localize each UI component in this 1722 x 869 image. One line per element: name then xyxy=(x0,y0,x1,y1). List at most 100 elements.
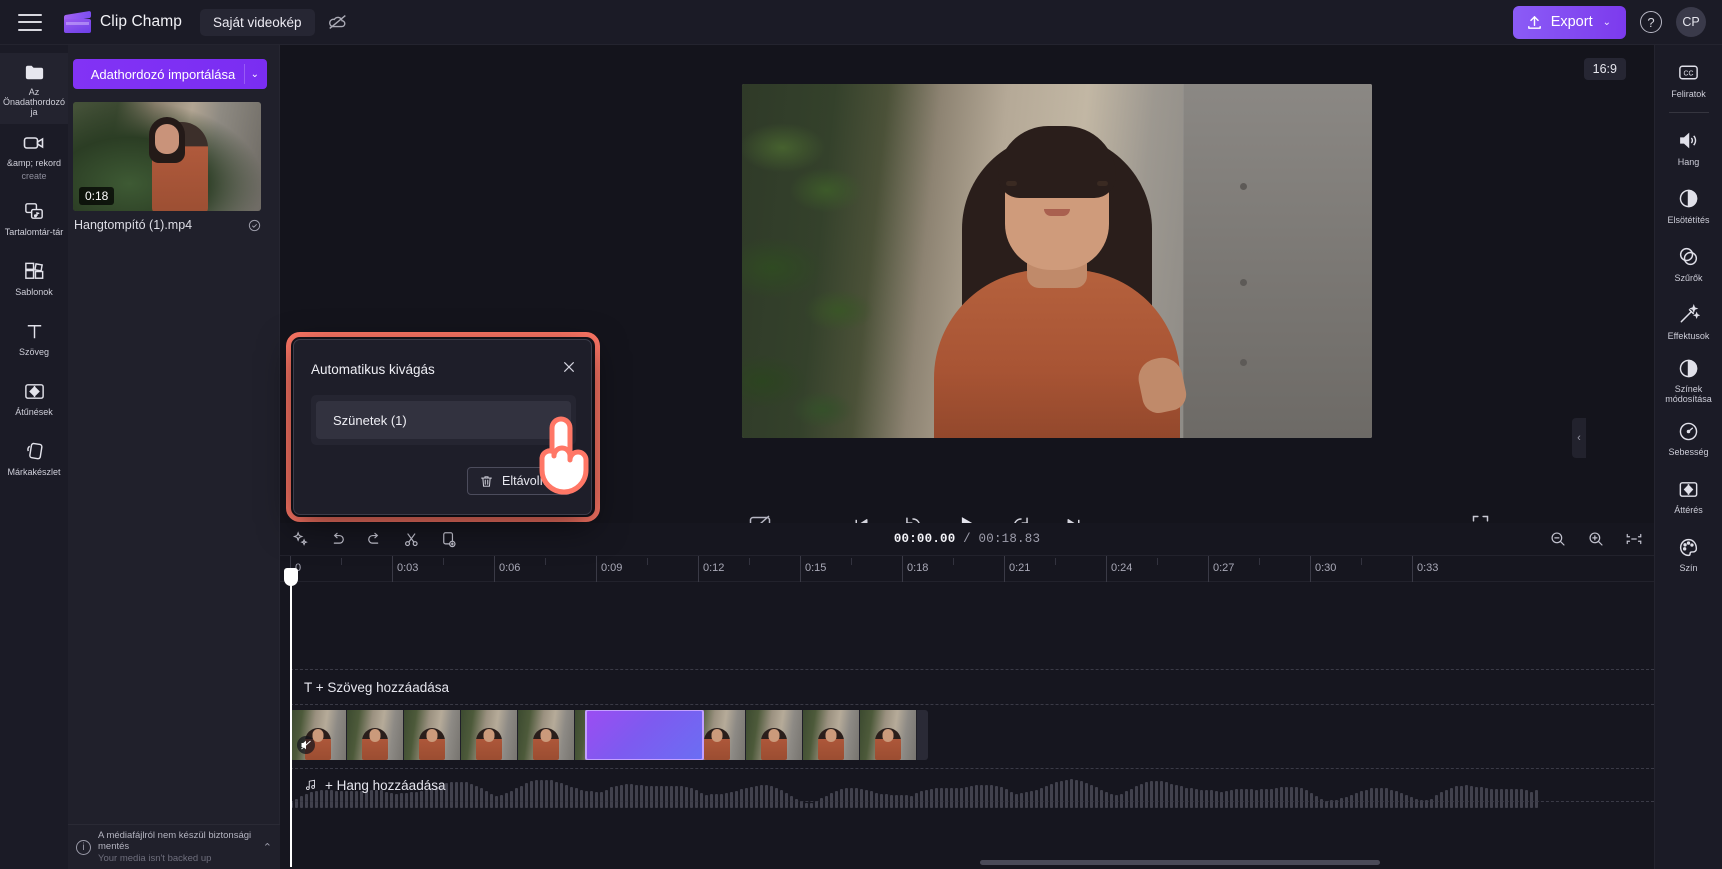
chevron-up-icon[interactable]: ⌃ xyxy=(263,841,272,854)
trash-icon xyxy=(479,474,494,489)
media-thumbnail[interactable]: 0:18 xyxy=(73,102,261,211)
right-item-audio[interactable]: Hang xyxy=(1655,119,1722,177)
ruler-tick: 0:30 xyxy=(1310,556,1336,582)
timeline-ruler[interactable]: 0 0:03 0:06 0:09 0:12 0:15 0:18 0:21 0:2… xyxy=(280,556,1654,582)
close-x-icon[interactable] xyxy=(560,358,578,376)
thumbnail-face xyxy=(155,123,179,154)
total-time: 00:18.83 xyxy=(978,532,1041,546)
right-item-fade[interactable]: Elsötétítés xyxy=(1655,177,1722,235)
svg-text:CC: CC xyxy=(1684,71,1694,78)
hand-cursor-pointer xyxy=(528,408,604,500)
undo-icon[interactable] xyxy=(327,529,347,549)
right-item-color[interactable]: Szín xyxy=(1655,525,1722,583)
top-bar: Clip Champ Saját videokép Export ⌄ ? CP xyxy=(0,0,1722,45)
right-item-label: Hang xyxy=(1677,156,1700,167)
check-circle-icon xyxy=(248,219,261,232)
right-sidebar: CC Feliratok Hang Elsötétítés Szűrők Eff… xyxy=(1654,45,1722,869)
video-subject xyxy=(934,126,1190,438)
hamburger-icon[interactable] xyxy=(18,13,42,31)
sidebar-label: Tartalomtár-tár xyxy=(4,226,64,237)
brand-kit-icon xyxy=(22,440,46,464)
mute-icon[interactable] xyxy=(297,736,315,754)
sidebar-sublabel: create xyxy=(21,171,47,182)
import-divider xyxy=(244,64,245,84)
sidebar-item-your-media[interactable]: Az Önadathordozója xyxy=(0,53,68,125)
text-track-add[interactable]: T + Szöveg hozzáadása xyxy=(290,669,1654,705)
redo-icon[interactable] xyxy=(364,529,384,549)
right-item-filters[interactable]: Szűrők xyxy=(1655,235,1722,293)
aspect-ratio-chip[interactable]: 16:9 xyxy=(1583,58,1626,80)
media-duration-badge: 0:18 xyxy=(79,187,115,205)
clip-frame xyxy=(746,710,803,760)
speed-gauge-icon xyxy=(1677,419,1701,443)
playhead-knob[interactable] xyxy=(284,568,298,586)
right-item-speed[interactable]: Sebesség xyxy=(1655,409,1722,467)
right-item-label: Feliratok xyxy=(1671,88,1706,99)
scissors-icon[interactable] xyxy=(401,529,421,549)
sidebar-item-templates[interactable]: Sablonok xyxy=(0,248,68,308)
divider xyxy=(1668,112,1709,113)
avatar[interactable]: CP xyxy=(1676,7,1706,37)
video-preview[interactable] xyxy=(742,84,1372,438)
selected-gap-clip[interactable] xyxy=(585,710,704,760)
audio-track-label: + Hang hozzáadása xyxy=(304,778,445,793)
fit-icon[interactable] xyxy=(1624,529,1644,549)
sidebar-label: Sablonok xyxy=(15,286,53,297)
collapse-panel-button[interactable]: ‹ xyxy=(1572,418,1586,458)
project-name-chip[interactable]: Saját videokép xyxy=(199,8,315,36)
video-clip[interactable] xyxy=(290,710,928,760)
fade-icon xyxy=(1677,187,1701,211)
chevron-down-icon: ⌄ xyxy=(1602,16,1611,28)
right-item-label: Szűrők xyxy=(1674,272,1703,283)
right-item-effects[interactable]: Effektusok xyxy=(1655,293,1722,351)
ruler-tick-minor xyxy=(749,558,750,565)
ruler-tick-minor xyxy=(1259,558,1260,565)
ruler-tick-minor xyxy=(851,558,852,565)
sidebar-label: Az Önadathordozója xyxy=(2,87,66,118)
help-icon[interactable]: ? xyxy=(1640,11,1662,33)
right-item-label: Színek módosítása xyxy=(1665,384,1712,405)
sidebar-item-record-create[interactable]: &amp; rekord create xyxy=(0,124,68,188)
ruler-tick-minor xyxy=(1361,558,1362,565)
sidebar-label: Márkakészlet xyxy=(7,466,61,477)
sidebar-item-text[interactable]: Szöveg xyxy=(0,308,68,368)
playhead[interactable] xyxy=(284,568,298,867)
right-item-captions[interactable]: CC Feliratok xyxy=(1655,51,1722,109)
sidebar-item-transitions[interactable]: Átűnések xyxy=(0,368,68,428)
content-library-icon xyxy=(22,200,46,224)
sidebar-item-content-library[interactable]: Tartalomtár-tár xyxy=(0,188,68,248)
brand-name: Clip Champ xyxy=(100,13,182,30)
ruler-tick: 0:27 xyxy=(1208,556,1234,582)
sidebar-label: &amp; rekord xyxy=(6,158,62,169)
audio-track-add[interactable]: + Hang hozzáadása xyxy=(290,768,1654,802)
right-item-adjust-colors[interactable]: Színek módosítása xyxy=(1655,351,1722,409)
ruler-tick: 0:12 xyxy=(698,556,724,582)
ruler-tick-minor xyxy=(443,558,444,565)
timeline-horizontal-scrollbar[interactable] xyxy=(980,860,1380,865)
media-panel: Adathordozó importálása ⌄ 0:18 Hangtompí… xyxy=(68,45,280,869)
sparkle-icon[interactable] xyxy=(290,529,310,549)
media-name-row: Hangtompító (1).mp4 xyxy=(73,218,261,232)
clip-frame xyxy=(518,710,575,760)
ruler-tick-minor xyxy=(953,558,954,565)
timeline-tracks: T + Szöveg hozzáadása + Hang hozzáadása xyxy=(280,568,1654,867)
clip-frame xyxy=(860,710,917,760)
sidebar-item-brand-kit[interactable]: Márkakészlet xyxy=(0,428,68,488)
zoom-in-icon[interactable] xyxy=(1586,529,1606,549)
zoom-out-icon[interactable] xyxy=(1548,529,1568,549)
video-wall xyxy=(1183,84,1372,438)
import-media-button[interactable]: Adathordozó importálása ⌄ xyxy=(73,59,267,89)
backup-notice-bar[interactable]: i A médiafájlról nem készül biztonsági m… xyxy=(68,824,280,869)
cloud-off-icon xyxy=(327,11,349,33)
duplicate-add-icon[interactable] xyxy=(438,529,458,549)
right-item-label: Effektusok xyxy=(1667,330,1710,341)
clip-frame xyxy=(404,710,461,760)
clip-frame xyxy=(803,710,860,760)
ruler-tick: 0:06 xyxy=(494,556,520,582)
right-item-transition[interactable]: Áttérés xyxy=(1655,467,1722,525)
ruler-tick-minor xyxy=(341,558,342,565)
export-button[interactable]: Export ⌄ xyxy=(1512,5,1626,39)
clipchamp-logo-icon xyxy=(64,10,91,34)
clip-frame xyxy=(461,710,518,760)
media-item[interactable]: 0:18 Hangtompító (1).mp4 xyxy=(73,102,267,232)
